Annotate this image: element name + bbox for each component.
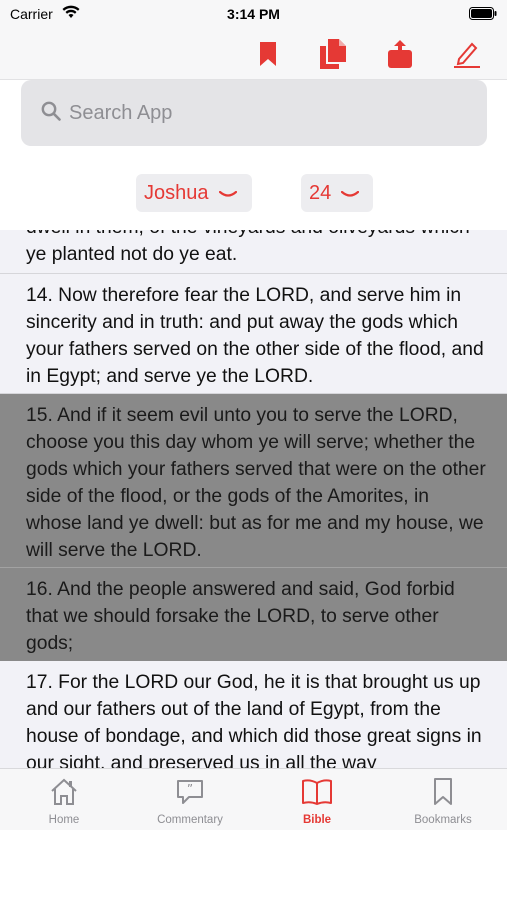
verse-text: 17. For the LORD our God, he it is that … [26,672,482,768]
header-area: Search App Joshua 24 [0,80,507,230]
chevron-down-icon [218,182,237,205]
commentary-icon: ” [175,780,205,811]
list-item-selected[interactable]: 16. And the people answered and said, Go… [0,568,507,661]
copy-icon[interactable] [318,38,348,70]
bookmark-icon[interactable] [253,38,283,70]
blank-area [0,830,507,900]
bookmark-outline-icon [432,778,454,811]
clock: 3:14 PM [227,6,280,22]
list-item[interactable]: 14. Now therefore fear the LORD, and ser… [0,274,507,394]
book-icon [301,779,333,811]
tab-home-label: Home [48,814,80,826]
chapter-selector[interactable]: 24 [301,174,373,212]
verse-text: 16. And the people answered and said, Go… [26,579,455,654]
search-icon [41,101,61,126]
list-item[interactable]: dwell in them, of the vineyards and oliv… [0,230,507,274]
edit-icon[interactable] [452,38,482,70]
tab-commentary[interactable]: ” Commentary [140,777,240,826]
share-icon[interactable] [385,38,415,70]
verse-text: 14. Now therefore fear the LORD, and ser… [26,285,484,387]
tab-commentary-label: Commentary [157,814,223,826]
verse-text: 15. And if it seem evil unto you to serv… [26,405,486,561]
tab-bible-label: Bible [302,814,332,826]
chapter-selector-label: 24 [309,181,332,204]
status-bar: Carrier 3:14 PM [0,0,507,28]
book-selector[interactable]: Joshua [136,174,252,212]
svg-text:”: ” [187,782,193,796]
search-placeholder: Search App [69,101,173,124]
list-item-selected[interactable]: 15. And if it seem evil unto you to serv… [0,394,507,568]
tab-bible[interactable]: Bible [267,777,367,826]
verse-text: dwell in them, of the vineyards and oliv… [26,230,470,265]
search-input[interactable]: Search App [21,80,487,146]
tab-bar: Home ” Commentary Bible Bookmarks [0,768,507,830]
list-item[interactable]: 17. For the LORD our God, he it is that … [0,661,507,768]
chevron-down-icon [341,182,360,205]
tab-bookmarks[interactable]: Bookmarks [393,777,493,826]
tab-bookmarks-label: Bookmarks [414,814,472,826]
home-icon [49,778,79,811]
verse-list[interactable]: dwell in them, of the vineyards and oliv… [0,230,507,768]
top-toolbar [0,28,507,80]
tab-home[interactable]: Home [14,777,114,826]
book-selector-label: Joshua [144,181,209,204]
battery-icon [469,7,497,25]
